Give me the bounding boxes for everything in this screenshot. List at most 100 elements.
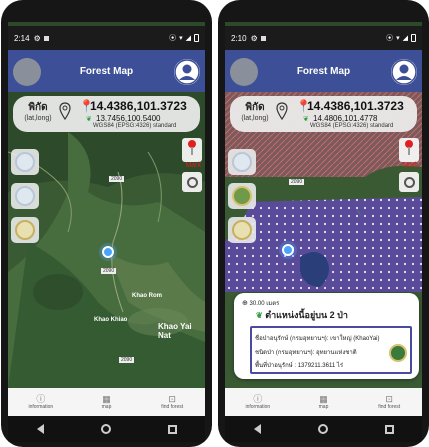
home-icon[interactable] [100, 424, 111, 434]
home-icon[interactable] [317, 424, 328, 434]
app-title: Forest Map [296, 65, 351, 77]
user-icon [174, 59, 200, 85]
forest-area-line: พื้นที่ป่าอนุรักษ์ : 1379211.3611 ไร่ [255, 363, 344, 369]
bottom-navigation: ⓘ information ▦ map ⊡ find forest [8, 388, 205, 416]
back-icon[interactable] [36, 424, 44, 434]
nav-map[interactable]: ▦ map [74, 388, 140, 416]
coord-label: พิกัด (lat,long) [21, 100, 55, 122]
mark-label: Mark [402, 162, 418, 169]
map-view[interactable]: พิกัด (lat,long) 📍 14.4386,101.3723 ❦ 14… [225, 92, 422, 388]
bottom-navigation: ⓘ information ▦ map ⊡ find forest [225, 388, 422, 416]
forest-detail-box[interactable]: ชื่อป่าอนุรักษ์ (กรมอุทยานฯ): เขาใหญ่ (K… [250, 326, 412, 374]
department-seal-icon [389, 344, 407, 362]
my-location-button[interactable] [182, 172, 202, 192]
nav-information-label: information [245, 404, 271, 410]
user-profile-button[interactable] [174, 59, 200, 85]
notification-icon [43, 35, 49, 41]
layer-button-1[interactable] [228, 149, 256, 175]
location-icon: ⦿ [169, 35, 177, 42]
user-icon [391, 59, 417, 85]
settings-icon: ⚙ [250, 33, 258, 43]
nav-find-forest[interactable]: ⊡ find forest [356, 388, 422, 416]
layer-button-1[interactable] [11, 149, 39, 175]
road-label: 2090 [289, 179, 305, 185]
search-document-icon: ⊡ [385, 394, 393, 404]
nav-map-label: map [101, 404, 112, 410]
status-icons: ⦿ ▾ ◢ [169, 33, 199, 43]
notification-icon [260, 35, 266, 41]
coord-label-text: พิกัด [245, 102, 265, 113]
battery-icon [411, 34, 416, 42]
info-icon: ⓘ [36, 394, 46, 404]
coordinate-card: พิกัด (lat,long) 📍 14.4386,101.3723 ❦ 13… [13, 96, 200, 132]
location-icon: ⦿ [386, 35, 394, 42]
settings-icon: ⚙ [33, 33, 41, 43]
signal-icon: ◢ [402, 35, 408, 42]
crosshair-icon [186, 176, 198, 188]
distance-value: 30.00 เมตร [249, 301, 280, 307]
forest-count-text: ตำแหน่งนี้อยู่บน 2 ป่า [265, 310, 348, 320]
system-navigation [225, 416, 422, 442]
nav-information-label: information [28, 404, 54, 410]
recents-icon[interactable] [384, 424, 394, 434]
distance-icon: ⊕ [242, 300, 248, 307]
road-label: 2090 [109, 176, 125, 182]
seal-icon [232, 152, 252, 172]
forest-name-line: ชื่อป่าอนุรักษ์ (กรมอุทยานฯ): เขาใหญ่ (K… [255, 336, 380, 342]
coord-label-sub: (lat,long) [241, 115, 269, 122]
mark-button[interactable] [182, 138, 202, 162]
system-navigation [8, 416, 205, 442]
secondary-coordinate: 14.4806,101.4778 [313, 114, 378, 123]
nav-map-label: map [318, 404, 329, 410]
seal-icon [232, 220, 252, 240]
road-label: 2090 [119, 357, 135, 363]
my-location-button[interactable] [399, 172, 419, 192]
current-location-marker [282, 244, 294, 256]
coord-label-sub: (lat,long) [24, 115, 52, 122]
road-label: 2090 [101, 268, 117, 274]
seal-icon [15, 152, 35, 172]
info-icon: ⓘ [253, 394, 263, 404]
main-coordinate: 14.4386,101.3723 [307, 99, 404, 113]
current-location-marker [102, 246, 114, 258]
leaf-icon: ❦ [303, 116, 309, 123]
mark-button[interactable] [399, 138, 419, 162]
status-icons: ⦿ ▾ ◢ [386, 33, 416, 43]
user-profile-button[interactable] [391, 59, 417, 85]
wifi-icon: ▾ [179, 35, 183, 42]
signal-icon: ◢ [185, 35, 191, 42]
left-phone: 2:14 ⚙ ⦿ ▾ ◢ Forest Map พิกัด (lat,long)… [1, 0, 212, 447]
status-time: 2:10 [231, 33, 247, 43]
nav-map[interactable]: ▦ map [291, 388, 357, 416]
place-label: Khao Khiao [94, 317, 128, 323]
nav-information[interactable]: ⓘ information [8, 388, 74, 416]
layer-button-2[interactable] [228, 183, 256, 209]
crs-label: WGS84 (EPSG:4326) standard [310, 123, 394, 129]
status-bar: 2:10 ⚙ ⦿ ▾ ◢ [225, 26, 422, 50]
nav-find-forest[interactable]: ⊡ find forest [139, 388, 205, 416]
back-icon[interactable] [253, 424, 261, 434]
leaf-icon: ❦ [86, 116, 92, 123]
app-title: Forest Map [79, 65, 134, 77]
avatar[interactable] [13, 58, 41, 86]
map-icon: ▦ [102, 394, 111, 404]
main-coordinate: 14.4386,101.3723 [90, 99, 187, 113]
coord-label: พิกัด (lat,long) [238, 100, 272, 122]
map-view[interactable]: พิกัด (lat,long) 📍 14.4386,101.3723 ❦ 13… [8, 92, 205, 388]
crs-label: WGS84 (EPSG:4326) standard [93, 123, 177, 129]
recents-icon[interactable] [167, 424, 177, 434]
app-bar: Forest Map [225, 50, 422, 92]
battery-icon [194, 34, 199, 42]
layer-button-2[interactable] [11, 183, 39, 209]
nav-find-label: find forest [161, 404, 184, 410]
place-label: Khao Rom [132, 293, 162, 299]
avatar[interactable] [230, 58, 258, 86]
forest-info-popup[interactable]: ⊕ 30.00 เมตร ❦ ตำแหน่งนี้อยู่บน 2 ป่า ชื… [234, 293, 419, 379]
layer-button-3[interactable] [228, 217, 256, 243]
seal-icon [15, 186, 35, 206]
layer-button-3[interactable] [11, 217, 39, 243]
leaf-icon: ❦ [256, 311, 263, 320]
status-bar: 2:14 ⚙ ⦿ ▾ ◢ [8, 26, 205, 50]
coordinate-card: พิกัด (lat,long) 📍 14.4386,101.3723 ❦ 14… [230, 96, 417, 132]
nav-information[interactable]: ⓘ information [225, 388, 291, 416]
